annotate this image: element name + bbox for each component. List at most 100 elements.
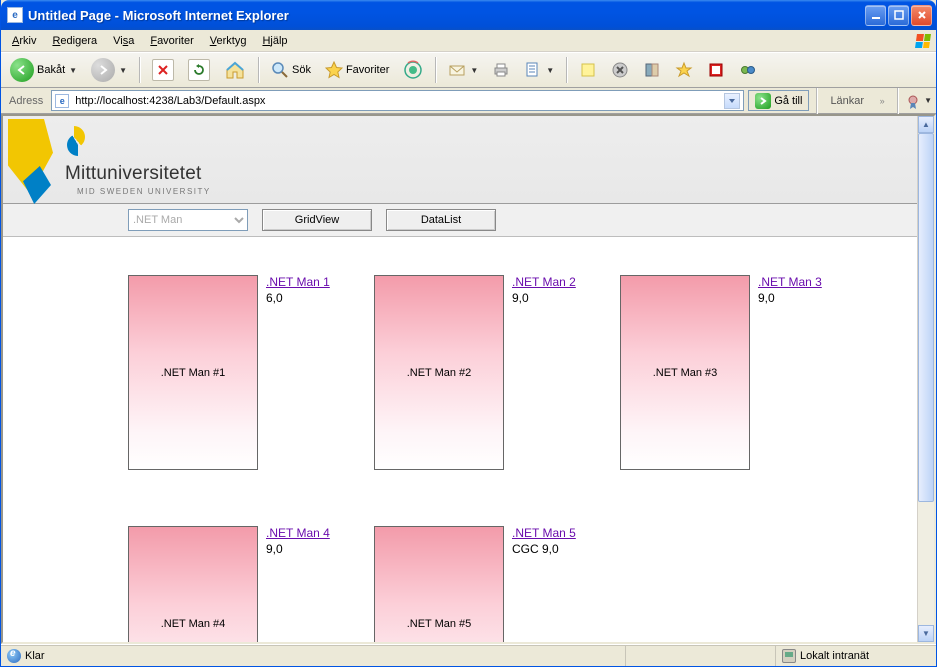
scroll-up-button[interactable]: ▲ bbox=[918, 116, 934, 133]
minimize-button[interactable] bbox=[865, 5, 886, 26]
item-thumbnail[interactable]: .NET Man #4 bbox=[128, 526, 258, 642]
cancel-icon-button[interactable] bbox=[606, 56, 634, 84]
logo bbox=[59, 126, 95, 158]
item-thumbnail[interactable]: .NET Man #1 bbox=[128, 275, 258, 470]
edit-icon bbox=[524, 61, 542, 79]
go-label: Gå till bbox=[774, 95, 802, 107]
scroll-track[interactable] bbox=[918, 133, 934, 625]
back-dropdown-icon[interactable]: ▼ bbox=[69, 66, 77, 75]
block-icon-button[interactable] bbox=[702, 56, 730, 84]
titlebar: e Untitled Page - Microsoft Internet Exp… bbox=[1, 0, 936, 30]
note-icon bbox=[579, 61, 597, 79]
research-button[interactable] bbox=[638, 56, 666, 84]
logo-title: Mittuniversitetet bbox=[65, 163, 201, 185]
address-input[interactable] bbox=[73, 94, 720, 108]
home-button[interactable] bbox=[219, 56, 251, 84]
links-chevron-icon[interactable]: » bbox=[874, 96, 890, 106]
cancel-icon bbox=[611, 61, 629, 79]
gallery-item: .NET Man #4 .NET Man 4 9,0 bbox=[128, 526, 368, 642]
page-icon-small: e bbox=[55, 94, 69, 108]
award-icon[interactable] bbox=[905, 94, 919, 108]
zone-text: Lokalt intranät bbox=[800, 650, 869, 662]
go-button[interactable]: Gå till bbox=[748, 90, 809, 111]
menu-file[interactable]: Arkiv bbox=[5, 33, 43, 49]
mail-dropdown-icon[interactable]: ▼ bbox=[470, 66, 478, 75]
item-gallery: .NET Man #1 .NET Man 1 6,0 .NET Man #2 .… bbox=[3, 237, 917, 642]
content-area: Mittuniversitetet MID SWEDEN UNIVERSITY … bbox=[1, 114, 936, 644]
favorites-label: Favoriter bbox=[346, 64, 389, 76]
item-link[interactable]: .NET Man 3 bbox=[758, 275, 822, 289]
print-button[interactable] bbox=[487, 56, 515, 84]
maximize-button[interactable] bbox=[888, 5, 909, 26]
item-link[interactable]: .NET Man 2 bbox=[512, 275, 576, 289]
messenger-icon bbox=[739, 61, 757, 79]
search-icon bbox=[271, 61, 289, 79]
control-row: .NET Man GridView DataList bbox=[3, 204, 917, 237]
status-cell: Klar bbox=[1, 645, 626, 666]
address-field[interactable]: e bbox=[51, 90, 744, 111]
category-picker[interactable]: .NET Man bbox=[128, 209, 248, 231]
zone-cell: Lokalt intranät bbox=[776, 645, 936, 666]
award-dropdown-icon[interactable]: ▼ bbox=[924, 96, 932, 105]
mail-button[interactable]: ▼ bbox=[443, 56, 483, 84]
menubar: Arkiv Redigera Visa Favoriter Verktyg Hj… bbox=[1, 30, 936, 52]
browser-window: e Untitled Page - Microsoft Internet Exp… bbox=[0, 0, 937, 667]
media-button[interactable] bbox=[398, 56, 428, 84]
home-icon bbox=[224, 59, 246, 81]
item-price: 9,0 bbox=[758, 291, 822, 305]
datalist-button[interactable]: DataList bbox=[386, 209, 496, 231]
menu-help[interactable]: Hjälp bbox=[255, 33, 294, 49]
item-thumbnail[interactable]: .NET Man #3 bbox=[620, 275, 750, 470]
forward-button[interactable]: ▼ bbox=[86, 56, 132, 84]
stop-button[interactable] bbox=[147, 56, 179, 84]
gallery-item: .NET Man #3 .NET Man 3 9,0 bbox=[620, 275, 860, 470]
address-dropdown-icon[interactable] bbox=[724, 93, 740, 109]
logo-subtitle: MID SWEDEN UNIVERSITY bbox=[77, 187, 211, 196]
links-label[interactable]: Länkar bbox=[824, 95, 870, 107]
edit-button[interactable]: ▼ bbox=[519, 56, 559, 84]
windows-flag-icon bbox=[912, 30, 934, 52]
item-price: 6,0 bbox=[266, 291, 330, 305]
menu-tools[interactable]: Verktyg bbox=[203, 33, 254, 49]
print-icon bbox=[492, 61, 510, 79]
statusbar: Klar Lokalt intranät bbox=[1, 644, 936, 666]
address-bar: Adress e Gå till Länkar » ▼ bbox=[1, 88, 936, 114]
messenger-button[interactable] bbox=[734, 56, 762, 84]
window-title: Untitled Page - Microsoft Internet Explo… bbox=[28, 8, 865, 23]
item-link[interactable]: .NET Man 4 bbox=[266, 526, 330, 540]
back-label: Bakåt bbox=[37, 64, 65, 76]
menu-favorites[interactable]: Favoriter bbox=[143, 33, 200, 49]
item-link[interactable]: .NET Man 1 bbox=[266, 275, 330, 289]
toolbar: Bakåt ▼ ▼ Sök Favoriter bbox=[1, 52, 936, 88]
media-icon bbox=[403, 60, 423, 80]
search-label: Sök bbox=[292, 64, 311, 76]
intranet-icon bbox=[782, 649, 796, 663]
refresh-button[interactable] bbox=[183, 56, 215, 84]
forward-dropdown-icon[interactable]: ▼ bbox=[119, 66, 127, 75]
mail-icon bbox=[448, 61, 466, 79]
web-page: Mittuniversitetet MID SWEDEN UNIVERSITY … bbox=[3, 116, 917, 642]
scroll-down-button[interactable]: ▼ bbox=[918, 625, 934, 642]
search-button[interactable]: Sök bbox=[266, 56, 316, 84]
item-thumbnail[interactable]: .NET Man #2 bbox=[374, 275, 504, 470]
back-button[interactable]: Bakåt ▼ bbox=[5, 56, 82, 84]
edit-dropdown-icon[interactable]: ▼ bbox=[546, 66, 554, 75]
item-price: 9,0 bbox=[512, 291, 576, 305]
menu-edit[interactable]: Redigera bbox=[45, 33, 104, 49]
discuss-button[interactable] bbox=[574, 56, 602, 84]
logo-swirl-icon bbox=[59, 126, 95, 156]
menu-view[interactable]: Visa bbox=[106, 33, 141, 49]
window-controls bbox=[865, 5, 932, 26]
vertical-scrollbar[interactable]: ▲ ▼ bbox=[917, 116, 934, 642]
scroll-thumb[interactable] bbox=[918, 133, 934, 502]
bookmark-star-icon bbox=[675, 61, 693, 79]
ie-icon bbox=[7, 649, 21, 663]
item-link[interactable]: .NET Man 5 bbox=[512, 526, 576, 540]
item-thumbnail[interactable]: .NET Man #5 bbox=[374, 526, 504, 642]
back-icon bbox=[10, 58, 34, 82]
bookmark-icon-button[interactable] bbox=[670, 56, 698, 84]
gridview-button[interactable]: GridView bbox=[262, 209, 372, 231]
favorites-button[interactable]: Favoriter bbox=[320, 56, 394, 84]
close-button[interactable] bbox=[911, 5, 932, 26]
star-icon bbox=[325, 61, 343, 79]
